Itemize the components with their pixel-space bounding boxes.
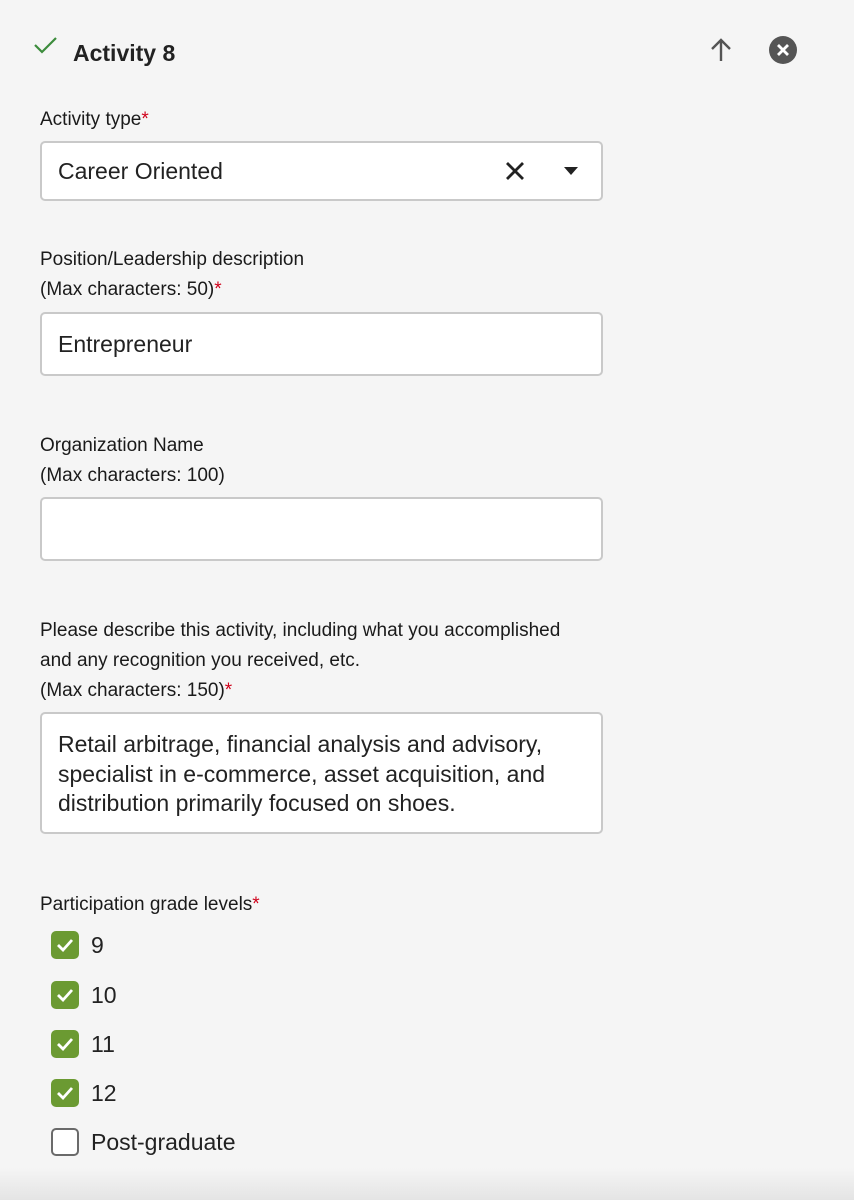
- required-mark: *: [252, 894, 260, 915]
- position-label-line1: Position/Leadership description: [40, 249, 305, 270]
- close-circle-icon: [768, 35, 798, 70]
- description-label-line1: Please describe this activity, including…: [40, 620, 561, 641]
- activity-type-label-text: Activity type: [40, 109, 142, 130]
- clear-selection-icon[interactable]: [501, 157, 529, 185]
- grade-checkbox-post-graduate[interactable]: Post-graduate: [51, 1127, 235, 1157]
- checkmark-icon: [30, 30, 60, 60]
- description-value: Retail arbitrage, financial analysis and…: [58, 731, 546, 816]
- description-textarea[interactable]: Retail arbitrage, financial analysis and…: [40, 712, 603, 834]
- dropdown-caret-icon[interactable]: [557, 157, 585, 185]
- checkbox-unchecked-icon: [51, 1128, 79, 1156]
- required-mark: *: [214, 279, 222, 300]
- position-label: Position/Leadership description (Max cha…: [40, 245, 304, 305]
- checkbox-checked-icon: [51, 981, 79, 1009]
- move-up-button[interactable]: [703, 34, 739, 70]
- activity-type-select[interactable]: Career Oriented: [40, 141, 603, 201]
- grade-levels-label: Participation grade levels*: [40, 890, 260, 920]
- organization-label: Organization Name (Max characters: 100): [40, 431, 225, 491]
- grade-checkbox-11[interactable]: 11: [51, 1029, 115, 1059]
- activity-type-value: Career Oriented: [58, 158, 223, 184]
- description-label: Please describe this activity, including…: [40, 616, 560, 706]
- grade-label: 11: [91, 1030, 115, 1057]
- required-mark: *: [224, 680, 233, 701]
- grade-checkbox-12[interactable]: 12: [51, 1078, 117, 1108]
- activity-type-label: Activity type*: [40, 105, 149, 135]
- bottom-shadow: [0, 1168, 854, 1200]
- checkbox-checked-icon: [51, 1030, 79, 1058]
- organization-label-line2: (Max characters: 100): [40, 465, 225, 486]
- grade-label: 9: [91, 931, 104, 958]
- grade-label: 10: [91, 981, 117, 1008]
- position-value: Entrepreneur: [58, 331, 193, 357]
- grade-checkbox-9[interactable]: 9: [51, 930, 104, 960]
- arrow-up-icon: [708, 37, 734, 68]
- organization-input[interactable]: [40, 497, 603, 561]
- grade-levels-label-text: Participation grade levels: [40, 894, 253, 915]
- remove-activity-button[interactable]: [765, 34, 801, 70]
- grade-label: 12: [91, 1079, 117, 1106]
- checkbox-checked-icon: [51, 931, 79, 959]
- description-label-line2: and any recognition you received, etc.: [40, 650, 361, 671]
- grade-checkbox-10[interactable]: 10: [51, 980, 117, 1010]
- required-mark: *: [141, 109, 149, 130]
- grade-label: Post-graduate: [91, 1128, 236, 1155]
- activity-title: Activity 8: [73, 40, 176, 66]
- checkbox-checked-icon: [51, 1079, 79, 1107]
- description-label-line3: (Max characters: 150): [40, 680, 225, 701]
- position-label-line2: (Max characters: 50): [40, 279, 215, 300]
- position-input[interactable]: Entrepreneur: [40, 312, 603, 376]
- organization-label-line1: Organization Name: [40, 435, 204, 456]
